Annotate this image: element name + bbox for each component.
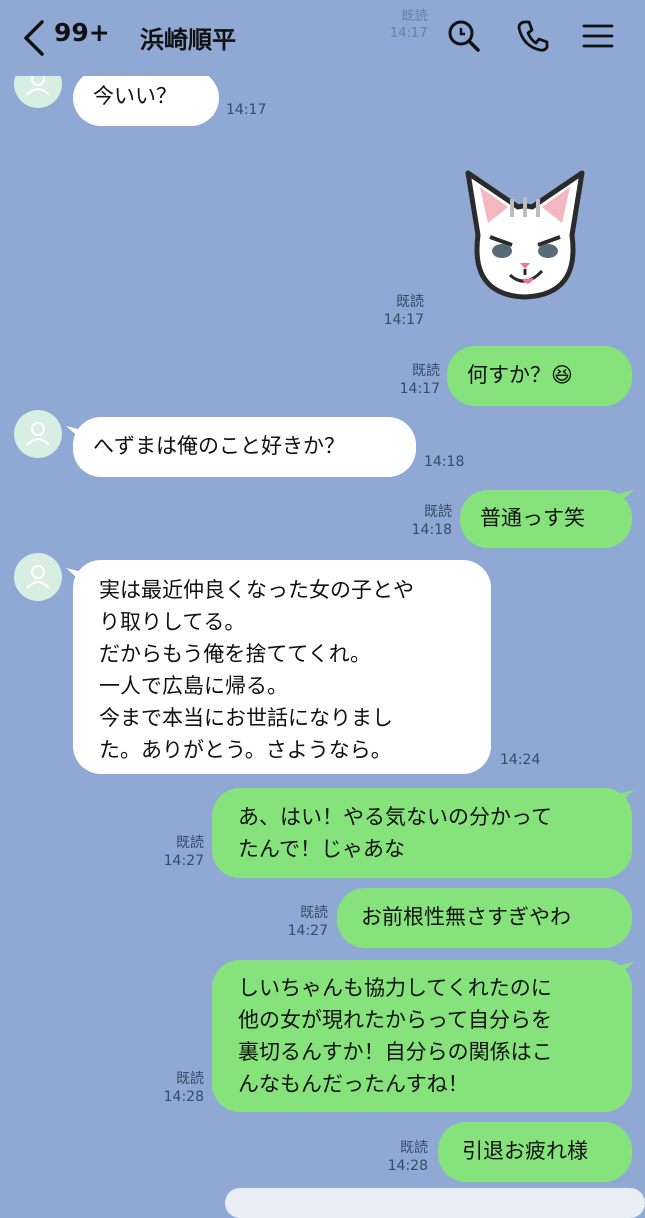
read-receipt: 既読 — [396, 294, 424, 310]
search-icon[interactable] — [446, 18, 482, 54]
message-line: 裏切るんすか！自分らの関係はこ — [238, 1040, 553, 1064]
chat-area: 今いい？ 14:17 既読 14:17 既読 14:17 何すか？😆 へずまは俺… — [0, 0, 645, 1218]
avatar[interactable] — [14, 553, 62, 601]
message-line: 一人で広島に帰る。 — [99, 674, 288, 698]
message-time: 14:17 — [383, 312, 424, 328]
message-time: 14:27 — [287, 923, 328, 939]
message-text: 何すか？😆 — [467, 363, 573, 387]
message-line: 今まで本当にお世話になりまし — [99, 706, 393, 730]
message-line: しいちゃんも協力してくれたのに — [238, 976, 552, 1000]
message-line: んなもんだったんすね！ — [238, 1072, 469, 1096]
message-text: 引退お疲れ様 — [462, 1139, 588, 1163]
message-line: たんで！じゃあな — [238, 837, 405, 861]
contact-name[interactable]: 浜崎順平 — [140, 20, 236, 55]
read-receipt: 既読 — [412, 363, 440, 379]
message-time: 14:28 — [387, 1158, 428, 1174]
read-receipt: 既読 — [401, 9, 428, 24]
message-meta: 既読 14:17 — [380, 293, 424, 329]
phone-icon[interactable] — [515, 18, 551, 54]
message-meta: 既読 14:28 — [160, 1070, 204, 1106]
message-text: へずまは俺のこと好きか？ — [93, 434, 345, 458]
read-receipt: 既読 — [176, 835, 204, 851]
chat-header: 99+ 浜崎順平 既読 14:17 — [0, 0, 645, 76]
message-bubble-incoming[interactable]: 実は最近仲良くなった女の子とや り取りしてる。 だからもう俺を捨ててくれ。 一人… — [73, 560, 491, 774]
message-time: 14:18 — [411, 522, 452, 538]
message-bubble-outgoing[interactable]: しいちゃんも協力してくれたのに 他の女が現れたからって自分らを 裏切るんすか！自… — [212, 960, 632, 1112]
user-silhouette-icon — [26, 422, 50, 446]
read-receipt: 既読 — [300, 905, 328, 921]
message-meta: 既読 14:27 — [284, 904, 328, 940]
message-time: 14:18 — [424, 454, 465, 470]
read-receipt: 既読 — [424, 504, 452, 520]
message-text: お前根性無さすぎやわ — [361, 905, 571, 929]
message-line: 他の女が現れたからって自分らを — [238, 1008, 552, 1032]
message-time: 14:27 — [163, 853, 204, 869]
read-receipt: 既読 — [176, 1071, 204, 1087]
message-line: 実は最近仲良くなった女の子とや — [99, 578, 414, 602]
avatar[interactable] — [14, 410, 62, 458]
message-line: た。ありがとう。さようなら。 — [99, 738, 392, 762]
message-line: あ、はい！やる気ないの分かって — [238, 805, 552, 829]
back-chevron-icon[interactable] — [16, 16, 56, 60]
read-receipt: 既読 — [400, 1140, 428, 1156]
message-meta: 既読 14:28 — [384, 1139, 428, 1175]
unread-count[interactable]: 99+ — [54, 18, 110, 47]
message-time: 14:17 — [399, 381, 440, 397]
ghost-read-receipt: 既読 14:17 — [390, 8, 427, 42]
message-time: 14:28 — [163, 1089, 204, 1105]
message-time: 14:17 — [226, 102, 267, 118]
message-bubble-outgoing[interactable]: あ、はい！やる気ないの分かって たんで！じゃあな — [212, 788, 632, 878]
message-bubble-outgoing[interactable]: 引退お疲れ様 — [438, 1122, 632, 1182]
message-time: 14:24 — [500, 752, 541, 768]
user-silhouette-icon — [26, 565, 50, 589]
message-input-bar[interactable] — [225, 1188, 645, 1218]
message-line: だからもう俺を捨ててくれ。 — [99, 642, 371, 666]
message-bubble-outgoing[interactable]: 何すか？😆 — [447, 346, 632, 406]
message-text: 普通っす笑 — [480, 506, 585, 530]
message-meta: 既読 14:27 — [160, 834, 204, 870]
white-cat-smirk-sticker[interactable] — [450, 165, 600, 305]
menu-icon[interactable] — [580, 18, 616, 54]
message-bubble-outgoing[interactable]: お前根性無さすぎやわ — [337, 888, 632, 948]
message-text: 今いい？ — [93, 84, 177, 108]
message-bubble-outgoing[interactable]: 普通っす笑 — [460, 490, 632, 548]
message-line: り取りしてる。 — [99, 610, 246, 634]
message-meta: 既読 14:17 — [396, 362, 440, 398]
message-meta: 既読 14:18 — [408, 503, 452, 539]
message-bubble-incoming[interactable]: 今いい？ — [73, 70, 219, 126]
message-bubble-incoming[interactable]: へずまは俺のこと好きか？ — [73, 417, 416, 477]
message-time: 14:17 — [390, 26, 428, 41]
